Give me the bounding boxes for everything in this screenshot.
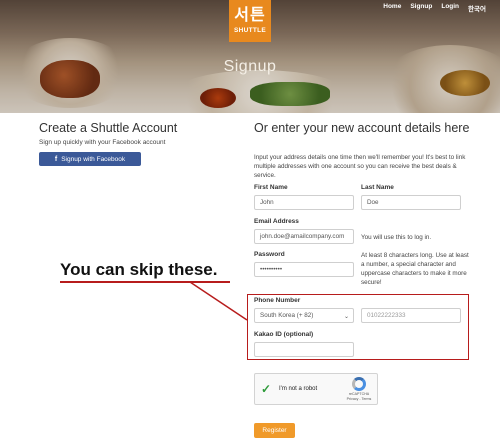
- recaptcha-icon: [352, 377, 366, 391]
- last-name-input[interactable]: Doe: [361, 195, 461, 210]
- email-field[interactable]: john.doe@amailcompany.com: [254, 229, 354, 244]
- account-details-description: Input your address details one time then…: [254, 154, 466, 179]
- first-name-input[interactable]: John: [254, 195, 354, 210]
- register-label: Register: [262, 427, 287, 434]
- phone-number-input[interactable]: 01022222333: [361, 308, 461, 323]
- register-button[interactable]: Register: [254, 423, 295, 438]
- phone-label: Phone Number: [254, 297, 301, 304]
- recaptcha-badge: reCAPTCHA Privacy - Terms: [346, 377, 372, 401]
- recaptcha-widget[interactable]: ✓ I'm not a robot reCAPTCHA Privacy - Te…: [254, 373, 378, 405]
- country-code-value: South Korea (+ 82): [260, 312, 314, 319]
- kakao-id-input[interactable]: [254, 342, 354, 357]
- password-label: Password: [254, 251, 285, 258]
- phone-number-placeholder: 01022222333: [367, 312, 406, 319]
- checkmark-icon[interactable]: ✓: [261, 382, 271, 396]
- password-field[interactable]: ••••••••••: [254, 262, 354, 277]
- password-value: ••••••••••: [260, 266, 283, 273]
- first-name-label: First Name: [254, 184, 288, 191]
- recaptcha-brand: reCAPTCHA: [348, 392, 370, 396]
- last-name-label: Last Name: [361, 184, 394, 191]
- email-hint: You will use this to log in.: [361, 234, 432, 241]
- recaptcha-links[interactable]: Privacy - Terms: [346, 397, 372, 401]
- password-hint: At least 8 characters long. Use at least…: [361, 252, 469, 286]
- kakao-label: Kakao ID (optional): [254, 331, 314, 338]
- recaptcha-label: I'm not a robot: [279, 386, 318, 392]
- email-label: Email Address: [254, 218, 299, 225]
- last-name-placeholder: Doe: [367, 199, 379, 206]
- email-placeholder: john.doe@amailcompany.com: [260, 233, 345, 240]
- annotation-arrow: [189, 281, 248, 321]
- chevron-down-icon: ⌄: [343, 314, 349, 320]
- country-code-select[interactable]: South Korea (+ 82) ⌄: [254, 308, 354, 323]
- account-details-heading: Or enter your new account details here: [254, 121, 470, 135]
- first-name-placeholder: John: [260, 199, 274, 206]
